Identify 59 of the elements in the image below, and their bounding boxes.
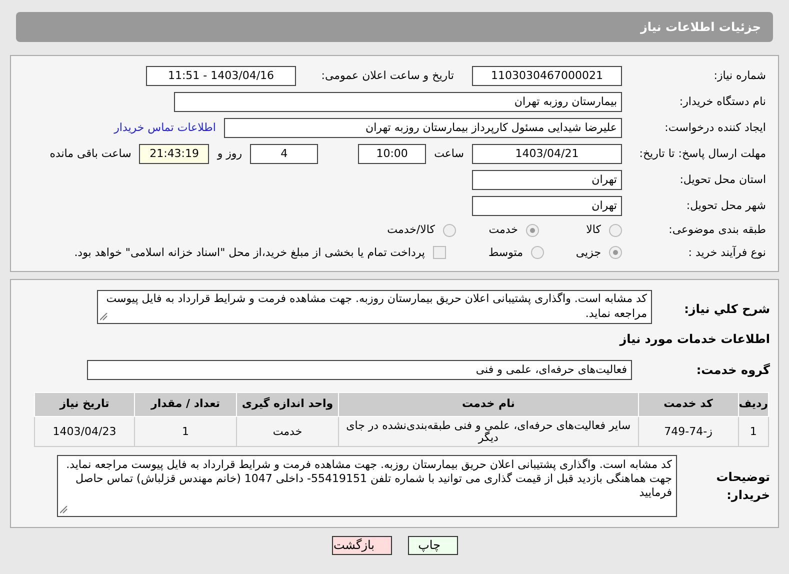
field-label: شماره نیاز: [712, 69, 767, 83]
text-field[interactable]: 10:00 [358, 144, 426, 164]
column-header: تعداد / مقدار [134, 392, 236, 416]
text-field[interactable]: 1403/04/16 - 11:51 [146, 66, 296, 86]
field-label: استان محل تحویل: [678, 173, 767, 187]
field-label: ایجاد کننده درخواست: [664, 121, 767, 135]
radio-label: خدمت [488, 222, 518, 238]
print-button[interactable]: چاپ [408, 536, 458, 555]
text-field[interactable]: علیرضا شیدایی مسئول کارپرداز بیمارستان روزبه تهران [224, 118, 622, 138]
text-field[interactable]: 21:43:19 [139, 144, 210, 164]
text-field[interactable]: تهران [472, 196, 622, 216]
text-field[interactable]: 4 [250, 144, 318, 164]
checkbox[interactable] [433, 246, 446, 260]
radio-label: کالا [586, 222, 601, 238]
back-button[interactable]: بازگشت [332, 536, 392, 555]
text-field[interactable]: تهران [472, 170, 622, 190]
column-header: تاریخ نیاز [34, 392, 134, 416]
table-cell: 1 [134, 416, 236, 446]
field-label: شرح کلي نياز: [683, 301, 770, 318]
radio-label: متوسط [488, 244, 523, 261]
radio-button[interactable] [526, 224, 539, 237]
table-cell: خدمت [236, 416, 338, 446]
text-field[interactable]: 1403/04/21 [472, 144, 622, 164]
field-label: نوع فرآیند خرید : [687, 246, 767, 260]
text-field[interactable]: بیمارستان روزبه تهران [174, 92, 622, 112]
page-header: جزئیات اطلاعات نیاز [16, 12, 773, 42]
field-label: طبقه بندی موضوعی: [668, 223, 767, 238]
radio-label: جزیی [576, 244, 601, 261]
radio-label: کالا/خدمت [387, 222, 435, 238]
text-field[interactable]: فعالیت‌های حرفه‌ای، علمی و فنی [87, 360, 632, 380]
checkbox-label: پرداخت تمام یا بخشی از مبلغ خرید،از محل "اسناد خزانه اسلامی" خواهد بود. [74, 244, 425, 261]
field-label: ساعت باقی مانده [50, 146, 132, 162]
column-header: نام خدمت [338, 392, 638, 416]
section-heading: اطلاعات خدمات مورد نیاز [618, 331, 770, 348]
field-label: تاریخ و ساعت اعلان عمومی: [320, 68, 454, 84]
table-cell: 1 [738, 416, 768, 446]
field-label: نام دستگاه خریدار: [678, 95, 767, 109]
buyer-notes-textarea[interactable]: کد مشابه است. واگذاری پشتیبانی اعلان حریق بیمارستان روزبه. جهت مشاهده فرمت و شرایط قرارداد به فایل پیوست مراجعه نماید. جهت هماهنگی بازدید قبل از قیمت گذاری می توانید با شماره تلفن 55419151- داخلی 1047 (خانم مهندس قزلباش) تماس حاصل فرمایید [57, 455, 677, 517]
table-cell: سایر فعالیت‌های حرفه‌ای، علمی و فنی طبقه‌بندی‌نشده در جای دیگر [338, 416, 638, 446]
radio-button[interactable] [531, 246, 544, 260]
table-cell: ز-74-749 [638, 416, 738, 446]
buyer-contact-link[interactable]: اطلاعات تماس خریدار [114, 120, 216, 136]
column-header: ردیف [738, 392, 768, 416]
field-label: مهلت ارسال پاسخ: تا تاریخ: [638, 147, 767, 161]
text-field[interactable]: 1103030467000021 [472, 66, 622, 86]
radio-button[interactable] [609, 246, 622, 260]
table-cell: 1403/04/23 [34, 416, 134, 446]
resize-handle-icon[interactable] [60, 506, 68, 514]
column-header: واحد اندازه گیری [236, 392, 338, 416]
field-label: توضیحات خریدار: [715, 469, 770, 504]
field-label: ساعت [434, 146, 464, 162]
radio-button[interactable] [443, 224, 456, 237]
field-label: شهر محل تحویل: [685, 199, 767, 213]
description-textarea[interactable]: کد مشابه است. واگذاری پشتیبانی اعلان حریق بیمارستان روزبه. جهت مشاهده فرمت و شرایط قرارداد به فایل پیوست مراجعه نماید. [97, 290, 652, 324]
field-label: روز و [217, 146, 242, 162]
column-header: کد خدمت [638, 392, 738, 416]
radio-button[interactable] [609, 224, 622, 237]
resize-handle-icon[interactable] [100, 313, 108, 321]
field-label: گروه خدمت: [695, 362, 770, 379]
